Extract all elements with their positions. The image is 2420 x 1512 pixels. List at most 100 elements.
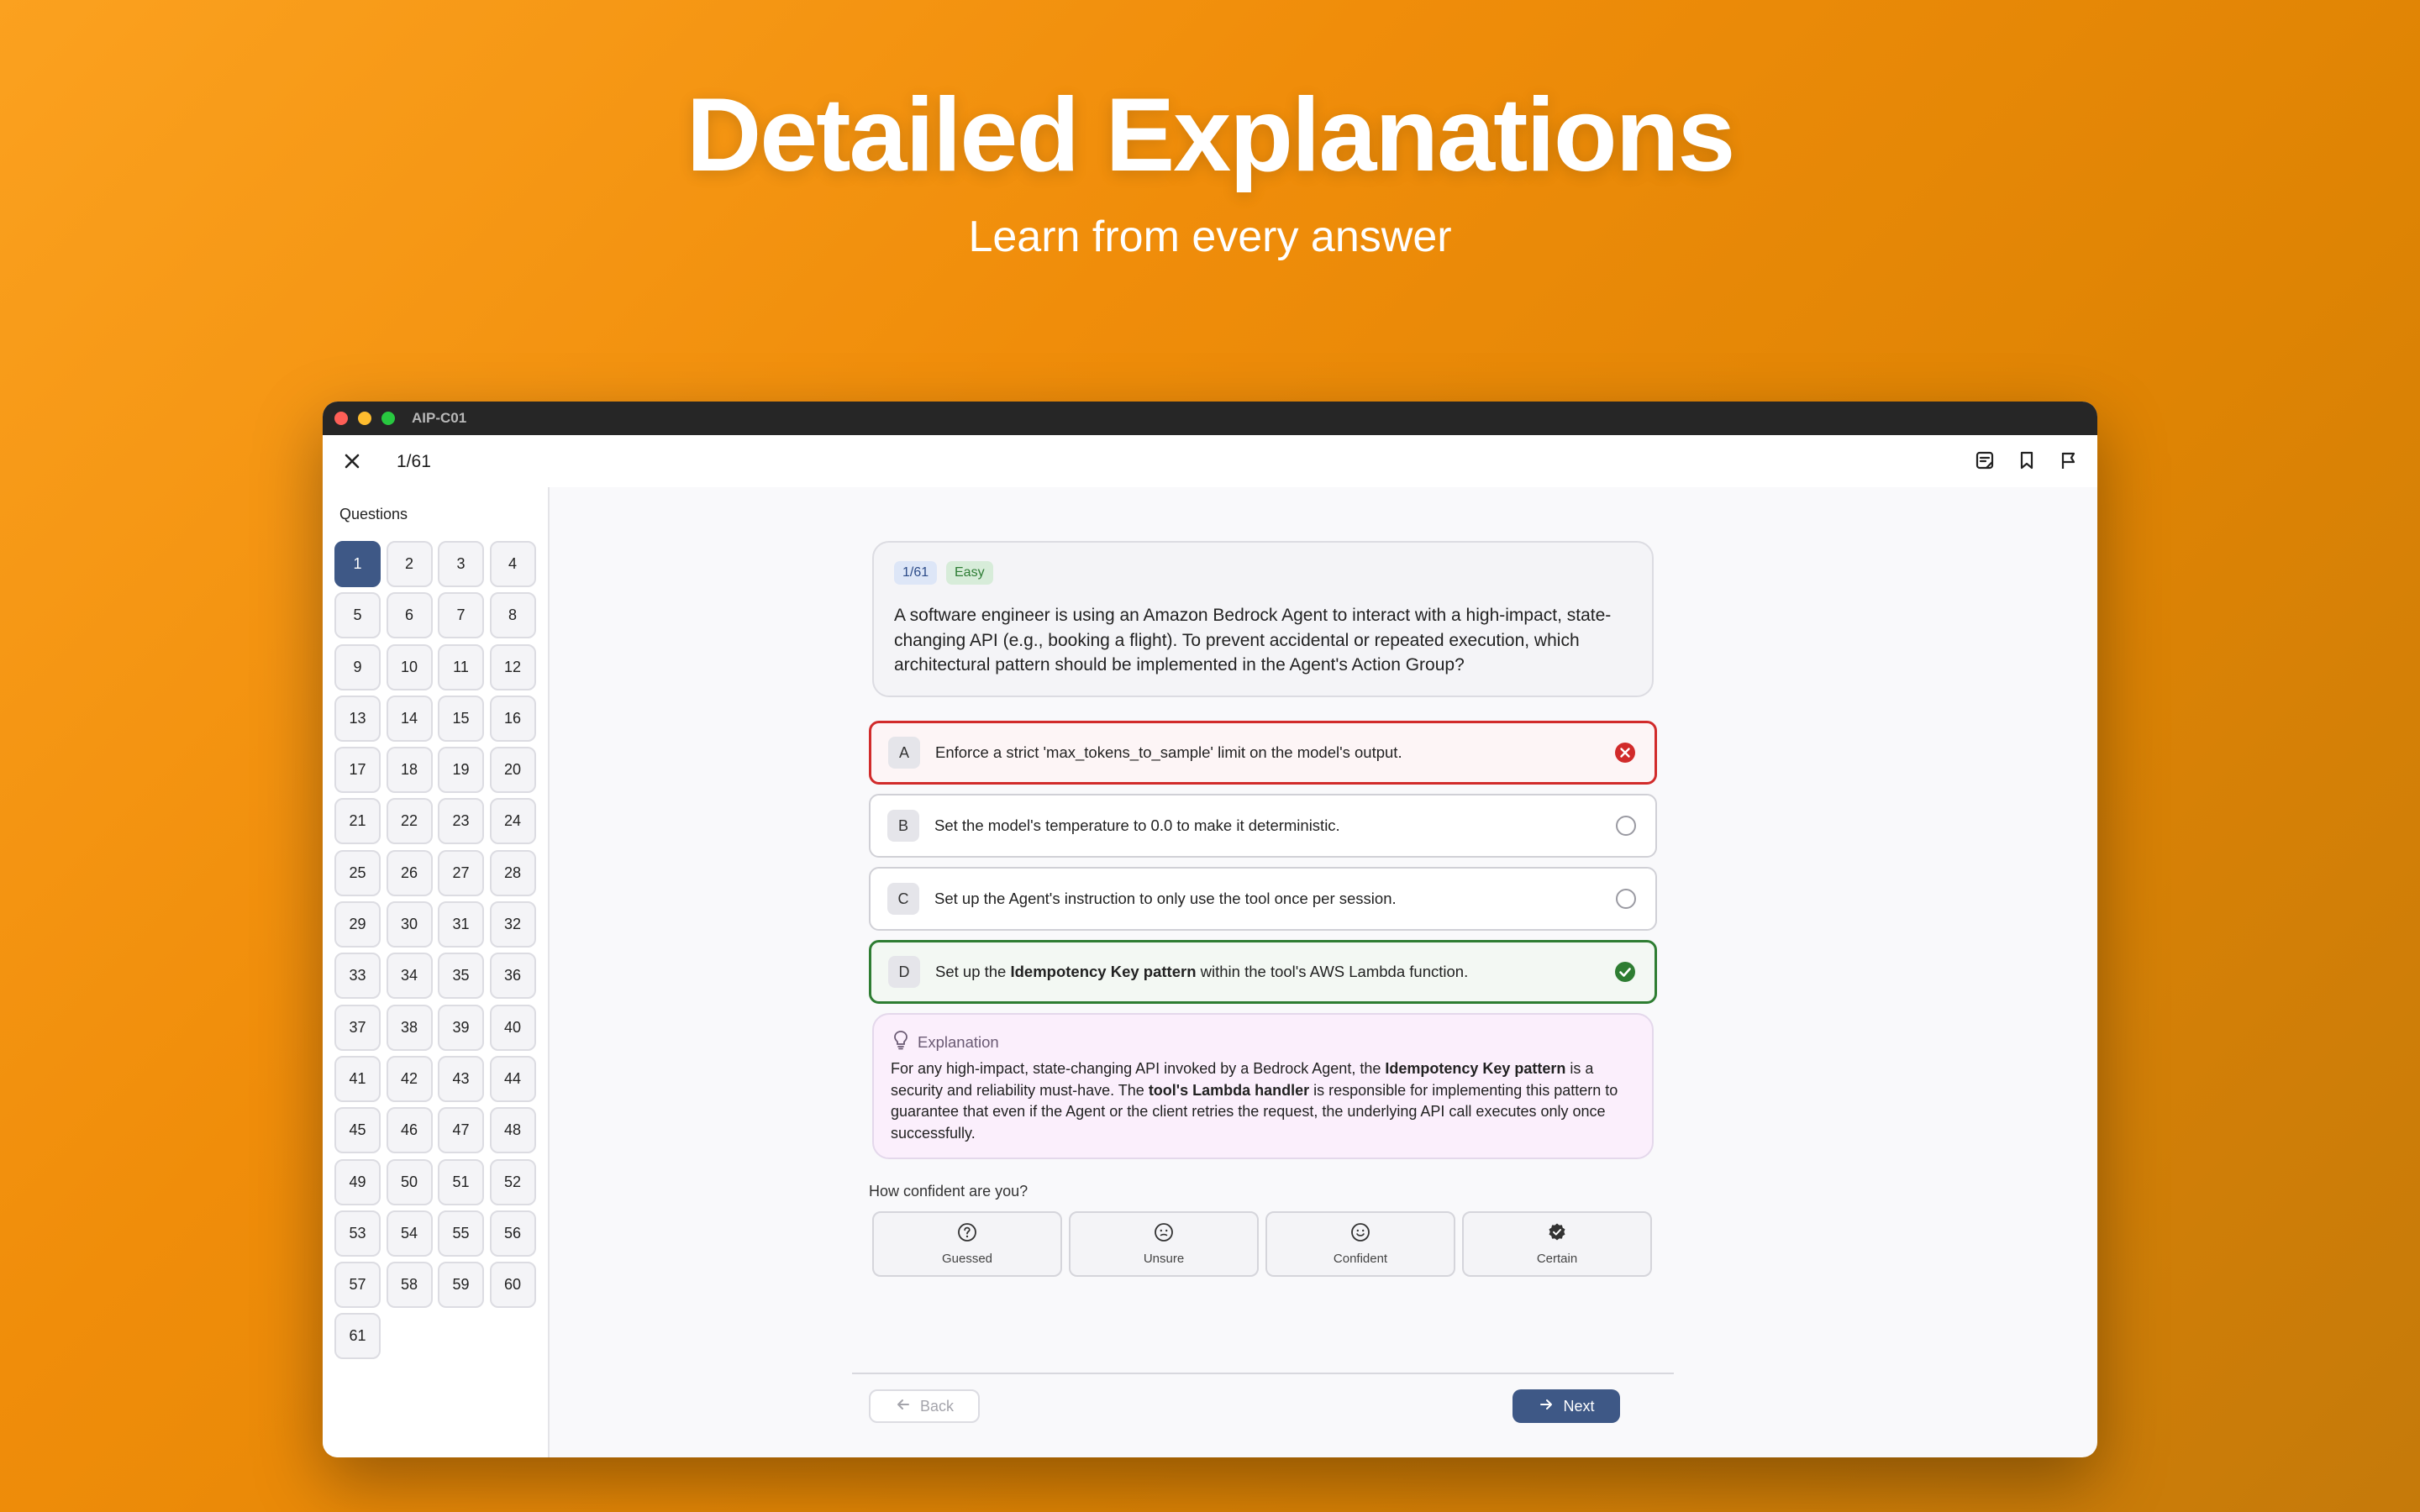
question-nav-button[interactable]: 40 [489, 1004, 536, 1051]
question-nav-button[interactable]: 23 [438, 798, 484, 845]
option-letter: A [888, 737, 920, 769]
question-nav-button[interactable]: 38 [386, 1004, 433, 1051]
question-nav-button[interactable]: 19 [438, 747, 484, 794]
main-panel: 1/61 Easy A software engineer is using a… [551, 487, 2097, 1457]
question-nav-button[interactable]: 37 [334, 1004, 381, 1051]
question-nav-button[interactable]: 31 [438, 901, 484, 948]
question-nav-button[interactable]: 55 [438, 1210, 484, 1257]
question-nav-button[interactable]: 49 [334, 1158, 381, 1205]
question-nav-button[interactable]: 1 [334, 541, 381, 587]
question-nav-button[interactable]: 33 [334, 953, 381, 1000]
flag-icon[interactable] [2057, 449, 2081, 472]
option-text: Set up the Agent's instruction to only u… [934, 890, 1397, 907]
question-nav-button[interactable]: 44 [489, 1055, 536, 1102]
question-nav-button[interactable]: 36 [489, 953, 536, 1000]
confidence-guessed-button[interactable]: Guessed [872, 1211, 1062, 1277]
question-nav-button[interactable]: 32 [489, 901, 536, 948]
wrong-x-icon [1614, 742, 1636, 764]
question-nav-button[interactable]: 17 [334, 747, 381, 794]
question-nav-button[interactable]: 54 [386, 1210, 433, 1257]
verified-badge-icon [1547, 1222, 1567, 1247]
option-b[interactable]: B Set the model's temperature to 0.0 to … [869, 794, 1657, 858]
confidence-certain-button[interactable]: Certain [1462, 1211, 1652, 1277]
question-nav-button[interactable]: 9 [334, 643, 381, 690]
notes-icon[interactable] [1973, 449, 1996, 472]
question-nav-button[interactable]: 60 [489, 1262, 536, 1309]
question-nav-button[interactable]: 56 [489, 1210, 536, 1257]
next-button[interactable]: Next [1512, 1389, 1620, 1423]
close-icon[interactable] [341, 450, 363, 472]
option-d[interactable]: D Set up the Idempotency Key pattern wit… [869, 940, 1657, 1004]
question-nav-button[interactable]: 30 [386, 901, 433, 948]
question-nav-button[interactable]: 35 [438, 953, 484, 1000]
question-nav-button[interactable]: 3 [438, 541, 484, 587]
question-nav-button[interactable]: 50 [386, 1158, 433, 1205]
question-nav-button[interactable]: 6 [386, 592, 433, 639]
explanation-header: Explanation [892, 1030, 999, 1054]
bookmark-icon[interactable] [2015, 449, 2039, 472]
radio-empty-icon [1615, 888, 1637, 910]
question-nav-button[interactable]: 45 [334, 1107, 381, 1154]
window-zoom-dot[interactable] [381, 412, 395, 425]
question-nav-button[interactable]: 11 [438, 643, 484, 690]
question-nav-button[interactable]: 7 [438, 592, 484, 639]
question-nav-button[interactable]: 46 [386, 1107, 433, 1154]
confidence-unsure-button[interactable]: Unsure [1069, 1211, 1259, 1277]
window-title: AIP-C01 [412, 410, 467, 426]
confidence-confident-button[interactable]: Confident [1265, 1211, 1455, 1277]
question-nav-button[interactable]: 59 [438, 1262, 484, 1309]
question-nav-button[interactable]: 47 [438, 1107, 484, 1154]
option-letter: D [888, 956, 920, 988]
question-nav-button[interactable]: 26 [386, 849, 433, 896]
question-nav-button[interactable]: 34 [386, 953, 433, 1000]
question-nav-button[interactable]: 41 [334, 1055, 381, 1102]
window-minimize-dot[interactable] [358, 412, 371, 425]
question-nav-button[interactable]: 53 [334, 1210, 381, 1257]
explanation-heading: Explanation [918, 1032, 999, 1051]
question-nav-button[interactable]: 20 [489, 747, 536, 794]
question-circle-icon [957, 1222, 977, 1247]
option-c[interactable]: C Set up the Agent's instruction to only… [869, 867, 1657, 931]
question-nav-button[interactable]: 42 [386, 1055, 433, 1102]
question-nav-button[interactable]: 10 [386, 643, 433, 690]
question-nav-button[interactable]: 22 [386, 798, 433, 845]
next-label: Next [1563, 1397, 1595, 1415]
question-number-badge: 1/61 [894, 561, 938, 585]
question-nav-button[interactable]: 5 [334, 592, 381, 639]
question-nav-button[interactable]: 58 [386, 1262, 433, 1309]
question-nav-button[interactable]: 21 [334, 798, 381, 845]
back-button[interactable]: Back [869, 1389, 980, 1423]
question-nav-button[interactable]: 39 [438, 1004, 484, 1051]
question-nav-button[interactable]: 51 [438, 1158, 484, 1205]
neutral-face-icon [1154, 1222, 1174, 1247]
question-nav-button[interactable]: 57 [334, 1262, 381, 1309]
question-nav-button[interactable]: 15 [438, 695, 484, 742]
question-nav-button[interactable]: 52 [489, 1158, 536, 1205]
question-nav-button[interactable]: 2 [386, 541, 433, 587]
question-nav-button[interactable]: 61 [334, 1313, 381, 1360]
option-text: Set up the Idempotency Key pattern withi… [935, 963, 1469, 980]
question-nav-button[interactable]: 14 [386, 695, 433, 742]
question-nav-button[interactable]: 16 [489, 695, 536, 742]
option-a[interactable]: A Enforce a strict 'max_tokens_to_sample… [869, 721, 1657, 785]
question-nav-button[interactable]: 4 [489, 541, 536, 587]
question-nav-button[interactable]: 25 [334, 849, 381, 896]
question-nav-button[interactable]: 48 [489, 1107, 536, 1154]
radio-empty-icon [1615, 815, 1637, 837]
question-sidebar: Questions 1 2 3 4 5 6 7 8 9 10 11 12 13 14 15 16 17 18 19 2… [323, 487, 550, 1457]
question-nav-button[interactable]: 29 [334, 901, 381, 948]
question-nav-button[interactable]: 18 [386, 747, 433, 794]
difficulty-badge: Easy [946, 561, 993, 585]
window-close-dot[interactable] [334, 412, 348, 425]
question-nav-button[interactable]: 27 [438, 849, 484, 896]
question-nav-button[interactable]: 28 [489, 849, 536, 896]
explanation-card: Explanation For any high-impact, state-c… [872, 1013, 1654, 1159]
question-nav-button[interactable]: 24 [489, 798, 536, 845]
question-nav-button[interactable]: 12 [489, 643, 536, 690]
confidence-label: How confident are you? [869, 1183, 1028, 1200]
question-nav-button[interactable]: 8 [489, 592, 536, 639]
question-nav-button[interactable]: 13 [334, 695, 381, 742]
confidence-unsure-label: Unsure [1143, 1252, 1185, 1266]
question-nav-button[interactable]: 43 [438, 1055, 484, 1102]
progress-counter: 1/61 [397, 452, 431, 471]
